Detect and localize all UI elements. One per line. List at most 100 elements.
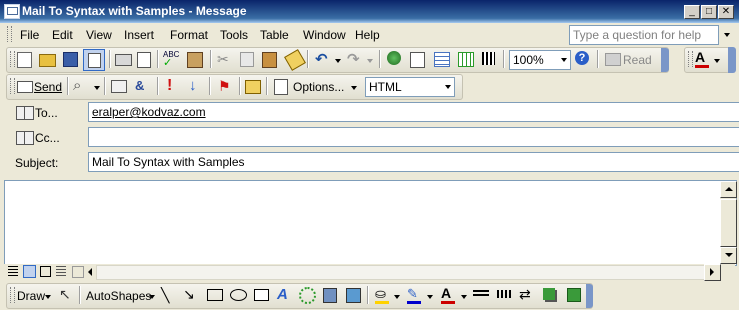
menu-tools[interactable]: Tools	[220, 28, 248, 42]
insert-excel-worksheet-icon[interactable]	[458, 52, 474, 67]
select-objects-icon[interactable]: ↖	[59, 286, 75, 302]
new-document-icon[interactable]	[17, 52, 32, 68]
to-recipient[interactable]: eralper@kodvaz.com	[92, 105, 206, 119]
drawing-toolbar-options-chevron[interactable]	[586, 284, 593, 308]
to-button[interactable]: To...	[35, 106, 58, 120]
menu-help[interactable]: Help	[355, 28, 380, 42]
print-icon[interactable]	[115, 54, 132, 66]
scroll-left-icon[interactable]	[88, 268, 92, 276]
insert-hyperlink-icon[interactable]	[387, 51, 401, 65]
drawing-font-color-dropdown-arrow[interactable]	[461, 295, 467, 299]
insert-table-icon[interactable]	[434, 52, 450, 67]
dash-style-icon[interactable]	[497, 290, 513, 298]
undo-icon[interactable]: ↶	[315, 50, 331, 68]
options-dropdown-arrow[interactable]	[351, 86, 357, 90]
high-importance-icon[interactable]: !	[167, 77, 183, 94]
draw-dropdown-arrow[interactable]	[45, 295, 51, 299]
line-color-icon[interactable]: ✎	[407, 286, 423, 304]
oval-icon[interactable]	[230, 289, 247, 301]
shadow-style-icon[interactable]	[543, 288, 555, 300]
read-book-icon[interactable]	[605, 53, 621, 66]
read-button-label[interactable]: Read	[623, 53, 652, 67]
open-folder-icon[interactable]	[39, 54, 56, 67]
insert-picture-icon[interactable]	[346, 288, 361, 303]
drawing-toolbar-grip[interactable]	[10, 287, 15, 303]
help-icon[interactable]: ?	[575, 51, 589, 65]
menu-table[interactable]: Table	[260, 28, 289, 42]
line-icon[interactable]: ╲	[161, 287, 177, 303]
print-layout-view-icon[interactable]	[40, 266, 51, 277]
ask-question-box[interactable]: Type a question for help	[569, 25, 719, 45]
message-toolbar-grip[interactable]	[10, 78, 15, 94]
scroll-up-button[interactable]	[720, 181, 737, 198]
menu-view[interactable]: View	[86, 28, 112, 42]
standard-toolbar-grip[interactable]	[10, 51, 15, 67]
to-field[interactable]: eralper@kodvaz.com	[88, 102, 739, 122]
menu-insert[interactable]: Insert	[124, 28, 154, 42]
diagram-icon[interactable]	[299, 287, 316, 304]
wordart-icon[interactable]: A	[277, 286, 293, 303]
redo-dropdown-arrow[interactable]	[367, 59, 373, 63]
reading-layout-view-icon[interactable]	[72, 266, 84, 278]
menu-grip[interactable]	[7, 26, 12, 42]
arrow-style-icon[interactable]: ⇄	[519, 286, 535, 302]
attach-file-icon[interactable]: ⌕	[73, 77, 89, 94]
format-painter-icon[interactable]	[284, 49, 306, 71]
subject-field[interactable]: Mail To Syntax with Samples	[88, 152, 739, 172]
formatting-toolbar-grip[interactable]	[688, 51, 693, 67]
low-importance-icon[interactable]: ↓	[189, 77, 205, 94]
outline-view-icon[interactable]	[56, 266, 66, 276]
address-book-icon[interactable]	[111, 80, 127, 93]
cc-field[interactable]	[88, 127, 739, 147]
undo-dropdown-arrow[interactable]	[335, 59, 341, 63]
save-icon[interactable]	[63, 52, 78, 67]
line-color-dropdown-arrow[interactable]	[427, 295, 433, 299]
message-body[interactable]	[4, 180, 737, 266]
message-window-icon[interactable]	[4, 4, 20, 19]
fill-color-icon[interactable]: ⛀	[375, 286, 391, 304]
ask-dropdown-arrow[interactable]	[724, 33, 730, 37]
clip-art-icon[interactable]	[323, 288, 337, 303]
zoom-select[interactable]: 100%	[509, 50, 571, 70]
cc-button[interactable]: Cc...	[35, 131, 60, 145]
follow-up-flag-icon[interactable]: ⚑	[218, 78, 234, 94]
menu-format[interactable]: Format	[170, 28, 208, 42]
permission-folder-icon[interactable]	[245, 80, 261, 94]
attach-dropdown-arrow[interactable]	[94, 86, 100, 90]
web-layout-view-icon[interactable]	[23, 265, 36, 278]
fill-color-dropdown-arrow[interactable]	[394, 295, 400, 299]
research-icon[interactable]	[187, 52, 203, 68]
close-button[interactable]: ✕	[718, 5, 734, 19]
formatting-toolbar-options-chevron[interactable]	[728, 47, 736, 73]
scroll-down-button[interactable]	[720, 247, 737, 264]
maximize-button[interactable]: □	[701, 5, 717, 19]
cut-icon[interactable]: ✂	[217, 51, 233, 67]
check-names-icon[interactable]: &	[135, 78, 149, 93]
scroll-thumb[interactable]	[720, 199, 737, 247]
normal-view-icon[interactable]	[8, 266, 18, 276]
send-button[interactable]: Send	[34, 80, 62, 94]
paste-icon[interactable]	[262, 52, 277, 68]
columns-icon[interactable]	[482, 52, 495, 65]
rectangle-icon[interactable]	[207, 289, 223, 301]
menu-file[interactable]: File	[20, 28, 39, 42]
arrow-icon[interactable]: ↘	[183, 286, 199, 302]
spelling-grammar-icon[interactable]: ABC ✓	[163, 51, 179, 69]
print-preview-icon[interactable]	[137, 52, 151, 68]
3d-style-icon[interactable]	[567, 288, 581, 302]
message-format-dropdown-arrow[interactable]	[445, 85, 451, 89]
minimize-button[interactable]: _	[684, 5, 700, 19]
font-color-dropdown-arrow[interactable]	[714, 59, 720, 63]
horizontal-scrollbar-track[interactable]	[96, 265, 705, 280]
font-color-icon[interactable]: A	[695, 49, 711, 68]
zoom-dropdown-arrow[interactable]	[561, 58, 567, 62]
scroll-right-button[interactable]	[704, 264, 721, 281]
line-style-icon[interactable]	[473, 290, 489, 298]
autoshapes-dropdown-arrow[interactable]	[149, 295, 155, 299]
options-button[interactable]: Options...	[293, 80, 344, 94]
message-format-select[interactable]: HTML	[365, 77, 455, 97]
menu-window[interactable]: Window	[303, 28, 346, 42]
autoshapes-menu-button[interactable]: AutoShapes	[86, 289, 151, 303]
tables-borders-icon[interactable]	[410, 52, 425, 68]
vertical-scrollbar[interactable]	[720, 181, 737, 264]
